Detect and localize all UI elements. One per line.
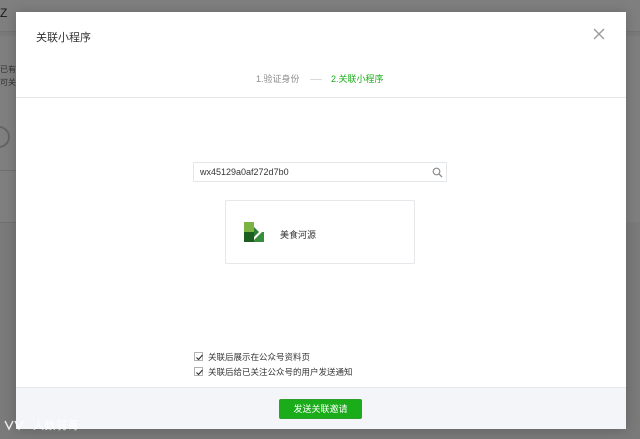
mini-program-name: 美食河源 xyxy=(280,230,317,240)
options-list: 关联后展示在公众号资料页 关联后给已关注公众号的用户发送通知 xyxy=(194,350,414,380)
search-box xyxy=(193,162,447,182)
search-icon[interactable] xyxy=(432,167,443,178)
dialog-title: 关联小程序 xyxy=(36,32,91,44)
close-button[interactable] xyxy=(591,26,607,42)
search-result-card[interactable]: 美食河源 xyxy=(225,200,415,264)
close-icon xyxy=(593,28,605,40)
mini-program-logo xyxy=(244,222,264,242)
watermark-text: 人数弱哥 xyxy=(33,420,79,432)
check-icon xyxy=(196,354,203,361)
option-show-on-profile: 关联后展示在公众号资料页 xyxy=(194,350,414,365)
header-divider xyxy=(16,97,626,98)
step-indicator: 1.验证身份 2.关联小程序 xyxy=(16,70,626,86)
dialog-footer: 发送关联邀请 xyxy=(16,387,626,429)
link-mini-program-dialog: 关联小程序 1.验证身份 2.关联小程序 美食河源 xyxy=(16,12,626,429)
show-on-profile-label: 关联后展示在公众号资料页 xyxy=(208,352,311,362)
search-input[interactable] xyxy=(200,163,424,181)
notify-followers-checkbox[interactable] xyxy=(194,367,203,376)
step-link-mini-program: 2.关联小程序 xyxy=(331,74,384,84)
step-verify-identity: 1.验证身份 xyxy=(256,74,300,84)
notify-followers-label: 关联后给已关注公众号的用户发送通知 xyxy=(208,367,353,377)
send-invitation-button[interactable]: 发送关联邀请 xyxy=(279,399,362,419)
check-icon xyxy=(196,369,203,376)
step-separator xyxy=(310,79,322,80)
option-notify-followers: 关联后给已关注公众号的用户发送通知 xyxy=(194,365,414,380)
show-on-profile-checkbox[interactable] xyxy=(194,352,203,361)
watermark-logo xyxy=(4,420,24,431)
